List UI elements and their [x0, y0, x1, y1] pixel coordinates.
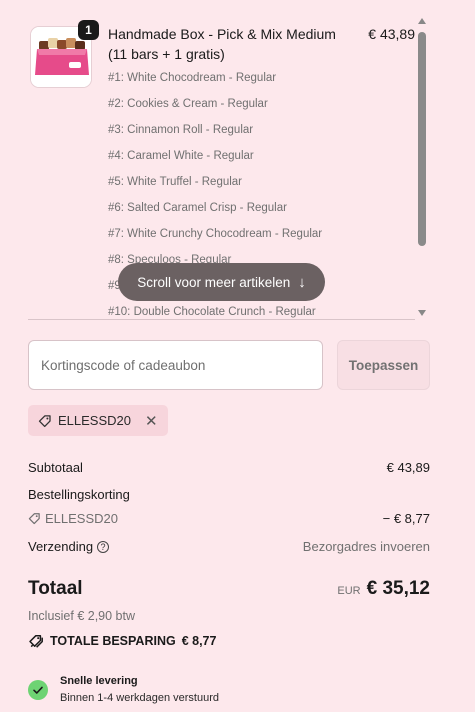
scroll-up-arrow-icon[interactable]	[418, 18, 426, 24]
double-tag-icon	[29, 635, 43, 648]
order-discount-label: Bestellingskorting	[28, 487, 130, 502]
remove-discount-close-icon[interactable]: ✕	[145, 412, 158, 430]
total-amount: € 35,12	[366, 578, 430, 599]
total-label: Totaal	[28, 578, 83, 599]
arrow-down-icon: ↓	[298, 273, 306, 291]
variant-item: #4: Caramel White - Regular	[108, 150, 254, 162]
items-divider	[28, 319, 415, 320]
items-scrollbar[interactable]	[416, 18, 428, 318]
total-currency: EUR	[337, 585, 361, 597]
scrollbar-thumb[interactable]	[418, 32, 426, 246]
savings-value: € 8,77	[181, 634, 217, 648]
apply-discount-button[interactable]: Toepassen	[337, 340, 430, 390]
help-icon[interactable]: ?	[97, 540, 110, 553]
order-discount-label-row: Bestellingskorting	[28, 487, 430, 502]
scroll-more-label: Scroll voor meer artikelen	[137, 274, 291, 290]
tag-icon	[28, 513, 40, 525]
tag-icon	[38, 414, 51, 427]
product-title-line2: (11 bars + 1 gratis)	[108, 46, 225, 62]
subtotal-label: Subtotaal	[28, 460, 83, 475]
delivery-info: Snelle levering Binnen 1-4 werkdagen ver…	[28, 673, 219, 707]
subtotal-row: Subtotaal € 43,89	[28, 460, 430, 475]
scroll-down-arrow-icon[interactable]	[418, 310, 426, 316]
product-price: € 43,89	[368, 26, 415, 42]
product-title: Handmade Box - Pick & Mix Medium (11 bar…	[108, 24, 358, 64]
applied-discount-chip: ELLESSD20 ✕	[28, 405, 168, 436]
variant-item: #7: White Crunchy Chocodream - Regular	[108, 228, 323, 240]
savings-label: TOTALE BESPARING	[50, 634, 176, 648]
variant-item: #2: Cookies & Cream - Regular	[108, 98, 268, 110]
product-title-line1: Handmade Box - Pick & Mix Medium	[108, 26, 336, 42]
shipping-row: Verzending ? Bezorgadres invoeren	[28, 539, 430, 554]
quantity-badge: 1	[78, 20, 99, 40]
discount-code-input[interactable]	[28, 340, 323, 390]
variant-item: #3: Cinnamon Roll - Regular	[108, 124, 254, 136]
check-icon	[28, 680, 48, 700]
delivery-title: Snelle levering	[60, 675, 138, 687]
variant-item: #1: White Chocodream - Regular	[108, 72, 277, 84]
order-discount-code-line: ELLESSD20	[28, 511, 118, 526]
variant-item: #5: White Truffel - Regular	[108, 176, 243, 188]
order-discount-row: ELLESSD20 − € 8,77	[28, 511, 430, 526]
tax-note: Inclusief € 2,90 btw	[28, 609, 136, 623]
applied-discount-code: ELLESSD20	[58, 413, 131, 428]
shipping-label: Verzending	[28, 539, 94, 554]
shipping-value: Bezorgadres invoeren	[302, 539, 430, 554]
order-discount-value: − € 8,77	[382, 511, 430, 526]
order-discount-code: ELLESSD20	[45, 511, 118, 526]
subtotal-value: € 43,89	[386, 460, 430, 475]
total-savings: TOTALE BESPARING € 8,77	[28, 633, 216, 649]
variant-item: #6: Salted Caramel Crisp - Regular	[108, 202, 287, 214]
delivery-subtitle: Binnen 1-4 werkdagen verstuurd	[60, 692, 219, 704]
variant-item: #10: Double Chocolate Crunch - Regular	[108, 306, 316, 318]
total-row: Totaal EUR € 35,12	[28, 578, 430, 600]
scroll-more-items-button[interactable]: Scroll voor meer artikelen ↓	[118, 263, 325, 301]
